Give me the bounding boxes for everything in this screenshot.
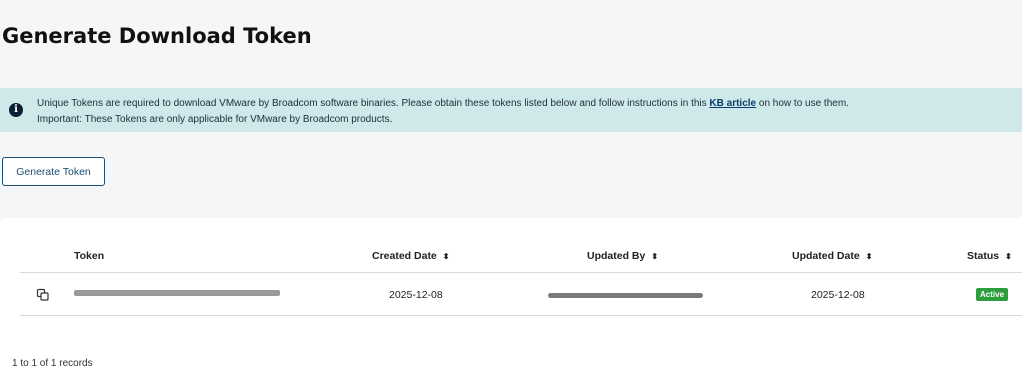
column-header-updated-by[interactable]: Updated By ⬍ <box>587 250 658 262</box>
sort-icon[interactable]: ⬍ <box>651 252 658 261</box>
column-header-token: Token <box>74 250 104 262</box>
column-header-status-label: Status <box>967 250 1000 262</box>
info-text-line2: Important: These Tokens are only applica… <box>37 114 393 125</box>
column-header-updated-by-label: Updated By <box>587 250 646 262</box>
token-value-redacted <box>74 290 280 296</box>
sort-icon[interactable]: ⬍ <box>443 252 450 261</box>
records-summary: 1 to 1 of 1 records <box>12 358 93 369</box>
row-divider <box>20 315 1022 316</box>
column-header-status[interactable]: Status ⬍ <box>967 250 1012 262</box>
page-title: Generate Download Token <box>2 24 312 48</box>
sort-icon[interactable]: ⬍ <box>866 252 873 261</box>
updated-by-redacted <box>548 293 703 298</box>
column-header-created-date[interactable]: Created Date ⬍ <box>372 250 449 262</box>
copy-icon[interactable] <box>36 288 50 302</box>
header-divider <box>20 272 1022 273</box>
tokens-table: Token Created Date ⬍ Updated By ⬍ Updated … <box>0 218 1022 385</box>
sort-icon[interactable]: ⬍ <box>1005 252 1012 261</box>
info-text-line1-start: Unique Tokens are required to download V… <box>37 98 710 109</box>
updated-date-cell: 2025-12-08 <box>811 289 865 301</box>
column-header-created-date-label: Created Date <box>372 250 437 262</box>
info-banner: i Unique Tokens are required to download… <box>0 88 1022 132</box>
generate-token-button[interactable]: Generate Token <box>2 157 105 186</box>
kb-article-link[interactable]: KB article <box>709 98 756 109</box>
status-badge: Active <box>976 288 1009 301</box>
info-icon: i <box>9 103 23 117</box>
info-banner-text: Unique Tokens are required to download V… <box>37 96 849 128</box>
column-header-updated-date[interactable]: Updated Date ⬍ <box>792 250 872 262</box>
info-text-line1-end: on how to use them. <box>756 98 849 109</box>
column-header-token-label: Token <box>74 250 105 262</box>
created-date-cell: 2025-12-08 <box>389 289 443 301</box>
column-header-updated-date-label: Updated Date <box>792 250 860 262</box>
